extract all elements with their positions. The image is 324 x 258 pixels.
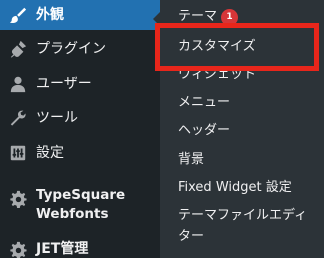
submenu-item-menus[interactable]: メニュー [178, 95, 230, 111]
submenu-item-theme-file-editor[interactable]: テーマファイルエディター [178, 205, 318, 247]
highlight-annotation-box [155, 23, 319, 71]
gear-icon [8, 189, 28, 209]
submenu-item-label: ヘッダー [178, 123, 231, 138]
sidebar-item-tools[interactable]: ツール [0, 105, 160, 131]
sidebar-item-label: 外観 [36, 7, 64, 23]
sidebar-item-settings[interactable]: 設定 [0, 140, 160, 166]
sidebar-item-label: プラグイン [36, 41, 106, 57]
sidebar-item-typesquare-webfonts[interactable]: TypeSquare Webfonts [0, 184, 160, 226]
submenu-item-label: テーマ [178, 9, 218, 24]
submenu-item-label: テーマファイルエディター [178, 208, 308, 244]
user-icon [8, 74, 28, 94]
submenu-item-fixed-widget-settings[interactable]: Fixed Widget 設定 [178, 180, 292, 196]
submenu-item-label: メニュー [178, 95, 231, 110]
sidebar-item-label: JET管理 [36, 241, 89, 257]
submenu-item-label: 背景 [178, 152, 205, 167]
admin-sidebar: 外観 プラグイン ユーザー ツール 設定 TypeSquare Webfonts… [0, 0, 160, 258]
wp-admin-menu-screenshot: 外観 プラグイン ユーザー ツール 設定 TypeSquare Webfonts… [0, 0, 324, 258]
settings-sliders-icon [8, 143, 28, 163]
sidebar-item-label: ユーザー [36, 76, 92, 92]
submenu-item-header[interactable]: ヘッダー [178, 123, 230, 139]
sidebar-item-plugins[interactable]: プラグイン [0, 36, 160, 62]
gear-icon [8, 240, 28, 258]
wrench-icon [8, 108, 28, 128]
sidebar-item-label: ツール [36, 110, 78, 126]
sidebar-item-label: TypeSquare Webfonts [36, 187, 126, 222]
paintbrush-icon [8, 5, 28, 25]
submenu-item-label: Fixed Widget 設定 [178, 180, 292, 195]
sidebar-item-users[interactable]: ユーザー [0, 71, 160, 97]
plugin-icon [8, 39, 28, 59]
sidebar-item-jet-admin[interactable]: JET管理 [0, 238, 160, 258]
sidebar-item-label: 設定 [36, 145, 64, 161]
sidebar-item-appearance[interactable]: 外観 [0, 0, 160, 30]
submenu-item-background[interactable]: 背景 [178, 152, 204, 168]
